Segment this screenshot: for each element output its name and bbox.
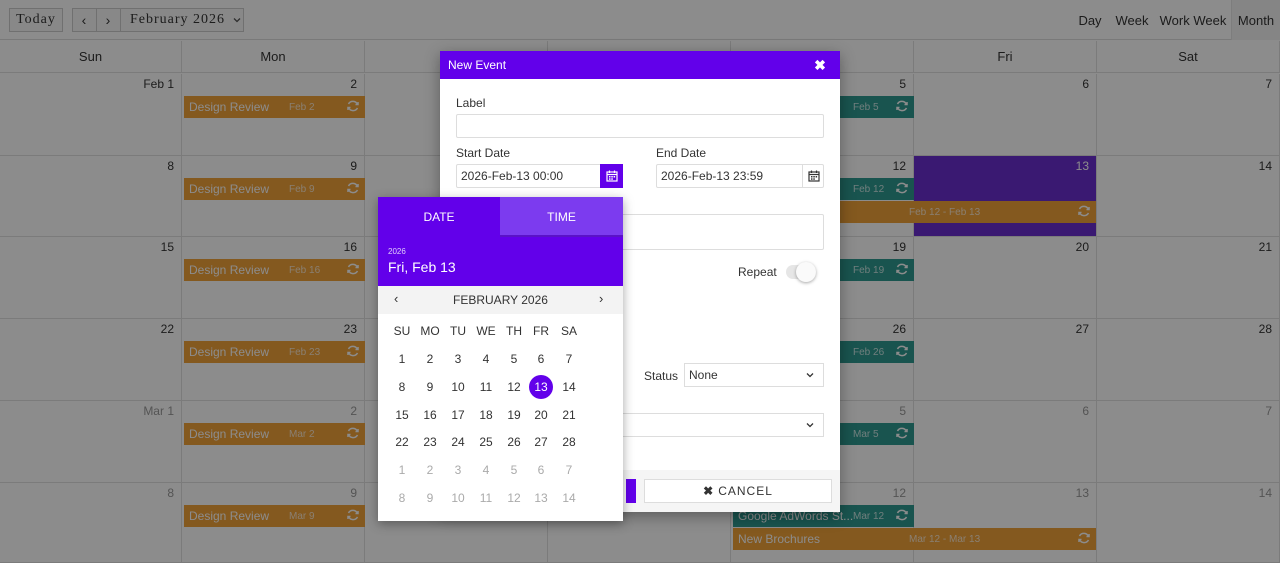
picker-day[interactable]: 22	[390, 430, 414, 454]
status-select[interactable]: None	[684, 363, 824, 387]
dialog-header: New Event ✖	[440, 51, 840, 79]
picker-month-title: FEBRUARY 2026	[453, 293, 548, 307]
picker-weekday: MO	[420, 324, 440, 338]
picker-day[interactable]: 9	[418, 375, 442, 399]
picker-day[interactable]: 1	[390, 458, 414, 482]
picker-day[interactable]: 21	[557, 403, 581, 427]
status-value: None	[689, 368, 718, 382]
picker-day[interactable]: 1	[390, 347, 414, 371]
end-date-caption: End Date	[656, 146, 707, 160]
picker-year[interactable]: 2026	[388, 247, 406, 256]
picker-weekday: FR	[533, 324, 549, 338]
picker-day[interactable]: 19	[502, 403, 526, 427]
save-button[interactable]	[626, 479, 636, 503]
picker-day[interactable]: 9	[418, 486, 442, 510]
picker-day[interactable]: 3	[446, 347, 470, 371]
date-picker-popup: DATE TIME 2026 Fri, Feb 13 ‹ FEBRUARY 20…	[378, 197, 623, 521]
picker-day[interactable]: 2	[418, 347, 442, 371]
picker-day[interactable]: 7	[557, 458, 581, 482]
picker-header: 2026 Fri, Feb 13	[378, 237, 623, 286]
picker-weekday: TU	[450, 324, 466, 338]
picker-day[interactable]: 8	[390, 375, 414, 399]
tab-date[interactable]: DATE	[378, 197, 500, 237]
picker-day[interactable]: 11	[474, 375, 498, 399]
picker-day[interactable]: 12	[502, 375, 526, 399]
picker-day[interactable]: 23	[418, 430, 442, 454]
picker-weekday: SA	[560, 324, 577, 338]
picker-day[interactable]: 14	[557, 486, 581, 510]
picker-day[interactable]: 3	[446, 458, 470, 482]
picker-day[interactable]: 10	[446, 486, 470, 510]
picker-day[interactable]: 13	[529, 374, 553, 399]
start-date-value: 2026-Feb-13 00:00	[461, 169, 564, 183]
picker-day[interactable]: 4	[474, 347, 498, 371]
picker-day[interactable]: 4	[474, 458, 498, 482]
repeat-caption: Repeat	[738, 265, 777, 279]
picker-day[interactable]: 13	[529, 486, 553, 510]
close-icon[interactable]: ✖	[812, 57, 828, 73]
picker-day[interactable]: 6	[529, 458, 553, 482]
chevron-down-icon	[806, 373, 814, 378]
picker-day[interactable]: 25	[474, 430, 498, 454]
start-date-caption: Start Date	[456, 146, 511, 160]
start-date-input[interactable]: 2026-Feb-13 00:00	[456, 164, 623, 188]
picker-day[interactable]: 26	[502, 430, 526, 454]
picker-day[interactable]: 14	[557, 375, 581, 399]
picker-day[interactable]: 7	[557, 347, 581, 371]
picker-day[interactable]: 6	[529, 347, 553, 371]
end-date-calendar-button[interactable]	[802, 164, 824, 188]
picker-day[interactable]: 17	[446, 403, 470, 427]
next-month-icon[interactable]: ›	[599, 291, 603, 306]
repeat-toggle-knob[interactable]	[796, 262, 816, 282]
picker-day[interactable]: 5	[502, 347, 526, 371]
label-input[interactable]	[456, 114, 824, 138]
end-date-input[interactable]: 2026-Feb-13 23:59	[656, 164, 824, 188]
tab-time[interactable]: TIME	[500, 197, 623, 237]
picker-day[interactable]: 12	[502, 486, 526, 510]
picker-day[interactable]: 2	[418, 458, 442, 482]
picker-weekday: WE	[476, 324, 496, 338]
label-caption: Label	[456, 96, 486, 110]
picker-day[interactable]: 24	[446, 430, 470, 454]
picker-day[interactable]: 28	[557, 430, 581, 454]
picker-day[interactable]: 11	[474, 486, 498, 510]
picker-weekday: SU	[393, 324, 411, 338]
dialog-title: New Event	[448, 58, 507, 72]
status-caption: Status	[644, 369, 679, 383]
picker-weekday: TH	[506, 324, 522, 338]
chevron-down-icon	[806, 423, 814, 428]
calendar-icon	[807, 170, 820, 182]
picker-day[interactable]: 20	[529, 403, 553, 427]
close-icon: ✖	[703, 484, 715, 498]
picker-day[interactable]: 5	[502, 458, 526, 482]
picker-day[interactable]: 27	[529, 430, 553, 454]
cancel-label: CANCEL	[718, 484, 773, 498]
picker-month-nav: ‹ FEBRUARY 2026 ›	[378, 286, 623, 314]
picker-selected-date: Fri, Feb 13	[388, 259, 456, 275]
cancel-button[interactable]: ✖ CANCEL	[644, 479, 832, 503]
calendar-icon	[605, 170, 618, 182]
picker-day[interactable]: 15	[390, 403, 414, 427]
end-date-value: 2026-Feb-13 23:59	[661, 169, 764, 183]
picker-day[interactable]: 16	[418, 403, 442, 427]
start-date-calendar-button[interactable]	[600, 164, 623, 188]
picker-day[interactable]: 8	[390, 486, 414, 510]
scheduler-root: Today ‹ › February 2026 Day Week Work We…	[0, 0, 1280, 563]
picker-day[interactable]: 10	[446, 375, 470, 399]
picker-day[interactable]: 18	[474, 403, 498, 427]
